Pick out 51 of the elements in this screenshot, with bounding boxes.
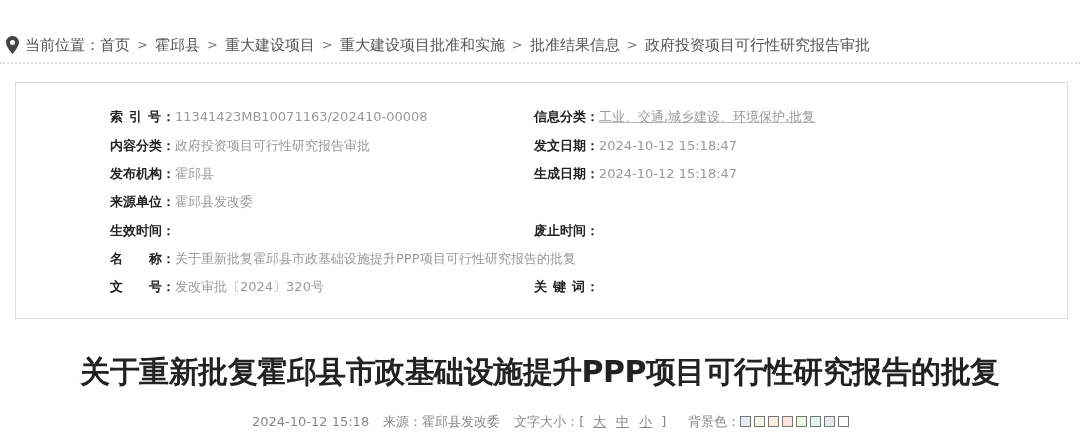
breadcrumb-link[interactable]: 重大建设项目批准和实施: [339, 33, 505, 57]
breadcrumb-separator: >: [626, 36, 638, 55]
field-label: 废止时间：: [534, 221, 599, 240]
location-pin-icon: [6, 36, 19, 54]
breadcrumb-separator: >: [321, 36, 333, 55]
breadcrumb-link[interactable]: 重大建设项目: [224, 33, 315, 57]
field-value: 霍邱县发改委: [175, 193, 253, 212]
article-title: 关于重新批复霍邱县市政基础设施提升PPP项目可行性研究报告的批复: [79, 353, 1001, 391]
field-value: 2024-10-12 15:18:47: [599, 136, 738, 155]
color-swatch[interactable]: [740, 416, 752, 428]
color-swatch[interactable]: [838, 416, 850, 428]
background-label: 背景色：: [688, 413, 741, 431]
source-text: 来源：霍邱县发改委: [383, 413, 501, 431]
font-size-link[interactable]: 中: [616, 412, 630, 432]
field-label: 内容分类：: [110, 136, 175, 155]
font-size-link[interactable]: 大: [593, 412, 607, 432]
color-swatch[interactable]: [824, 416, 836, 428]
font-size-label: 文字大小：: [514, 413, 580, 431]
color-swatch[interactable]: [796, 416, 808, 428]
field-label: 发文日期：: [534, 136, 599, 155]
field-value: 政府投资项目可行性研究报告审批: [175, 136, 370, 155]
color-swatch[interactable]: [754, 416, 766, 428]
field-value: 关于重新批复霍邱县市政基础设施提升PPP项目可行性研究报告的批复: [175, 249, 576, 268]
field-label: 来源单位：: [110, 193, 175, 212]
breadcrumb-separator: >: [511, 36, 523, 55]
color-swatch[interactable]: [810, 416, 822, 428]
field-label: 名 称：: [110, 249, 175, 268]
field-label: 信息分类：: [534, 108, 599, 127]
bracket-text: [: [579, 413, 585, 431]
field-label: 索 引 号：: [110, 108, 175, 127]
bracket-text: ]: [661, 413, 667, 431]
font-size-link[interactable]: 小: [639, 412, 653, 432]
field-label: 关 键 词：: [534, 278, 599, 297]
field-value: 发改审批〔2024〕320号: [175, 278, 324, 297]
breadcrumb-link[interactable]: 首页: [100, 33, 130, 57]
field-label: 文 号：: [110, 278, 175, 297]
field-value: 霍邱县: [175, 165, 214, 183]
field-value: 2024-10-12 15:18:47: [599, 165, 738, 183]
field-value: 11341423MB10071163/202410-00008: [175, 108, 428, 127]
breadcrumb-link[interactable]: 批准结果信息: [529, 33, 620, 57]
field-label: 发布机构：: [110, 165, 175, 183]
breadcrumb-link[interactable]: 霍邱县: [154, 33, 200, 57]
field-label: 生成日期：: [534, 165, 599, 183]
breadcrumb-separator: >: [137, 36, 148, 55]
breadcrumb-link[interactable]: 政府投资项目可行性研究报告审批: [644, 33, 870, 57]
breadcrumb-separator: >: [206, 36, 218, 55]
color-swatch[interactable]: [768, 416, 780, 428]
field-label: 生效时间：: [110, 221, 175, 240]
color-swatch[interactable]: [782, 416, 794, 428]
publish-date: 2024-10-12 15:18: [252, 413, 370, 431]
breadcrumb-label: 当前位置：: [25, 34, 100, 56]
